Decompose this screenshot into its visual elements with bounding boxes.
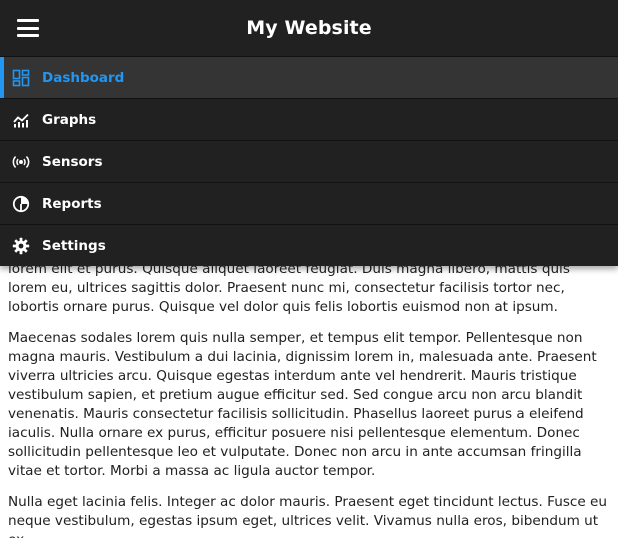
nav-item-label: Reports — [42, 195, 102, 212]
hamburger-icon[interactable] — [16, 18, 40, 38]
nav-item-label: Settings — [42, 237, 106, 254]
content-paragraph: Nulla eget lacinia felis. Integer ac dol… — [8, 494, 608, 538]
nav-item-reports[interactable]: Reports — [0, 182, 618, 224]
nav-item-dashboard[interactable]: Dashboard — [0, 56, 618, 98]
app-header: My Website — [0, 0, 618, 56]
content-paragraph: Maecenas sodales lorem quis nulla semper… — [8, 330, 597, 479]
content-paragraph: lorem elit et purus. Quisque aliquet lao… — [8, 261, 570, 315]
nav-item-label: Dashboard — [42, 69, 125, 86]
nav-item-graphs[interactable]: Graphs — [0, 98, 618, 140]
sensor-icon — [12, 153, 30, 171]
site-title[interactable]: My Website — [246, 17, 371, 39]
nav-item-label: Graphs — [42, 111, 97, 128]
main-content: lorem elit et purus. Quisque aliquet lao… — [0, 255, 618, 538]
dashboard-icon — [12, 69, 30, 87]
pie-chart-icon — [12, 195, 30, 213]
nav-item-sensors[interactable]: Sensors — [0, 140, 618, 182]
chart-icon — [12, 111, 30, 129]
navigation-drawer: Dashboard Graphs Sensors Reports Setting… — [0, 56, 618, 266]
nav-item-label: Sensors — [42, 153, 103, 170]
nav-item-settings[interactable]: Settings — [0, 224, 618, 266]
gear-icon — [12, 237, 30, 255]
